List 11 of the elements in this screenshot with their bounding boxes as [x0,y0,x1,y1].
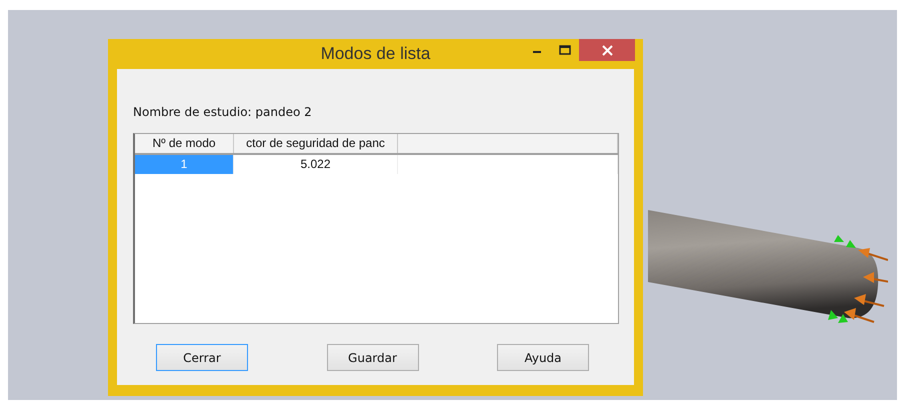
close-button[interactable] [579,39,635,61]
dialog-button[interactable]: Cerrar [156,344,248,371]
close-icon [602,44,612,56]
column-header[interactable]: Nº de modo [135,134,234,153]
maximize-icon [559,45,571,55]
dialog-button[interactable]: Ayuda [497,344,589,371]
column-header[interactable]: ctor de seguridad de panc [234,134,398,153]
table-cell[interactable]: 5.022 [234,155,398,174]
study-name-label: Nombre de estudio: pandeo 2 [133,105,313,119]
window-title: Modos de lista [320,44,430,64]
dialog-button[interactable]: Guardar [326,344,418,371]
